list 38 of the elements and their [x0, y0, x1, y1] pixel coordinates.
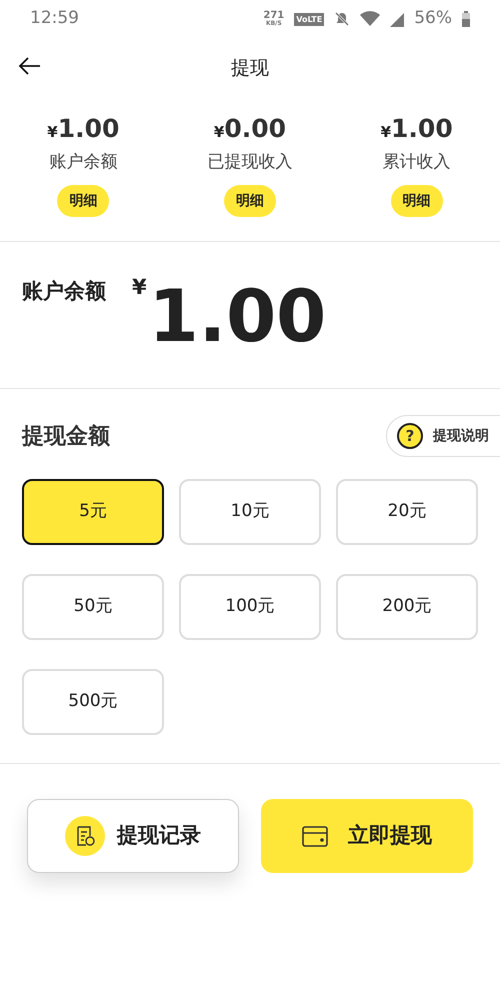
withdraw-records-button[interactable]: 提现记录 [27, 799, 239, 873]
stat-label: 已提现收入 [207, 150, 292, 174]
detail-button[interactable]: 明细 [390, 185, 443, 217]
withdraw-now-button[interactable]: 立即提现 [261, 799, 473, 873]
question-icon: ? [397, 423, 423, 449]
detail-button[interactable]: 明细 [224, 185, 276, 217]
battery-icon [462, 11, 470, 27]
currency-symbol: ¥ [214, 122, 224, 143]
signal-icon [390, 11, 404, 27]
amount-option[interactable]: 5元 [22, 479, 164, 545]
bell-muted-icon [334, 11, 350, 27]
receipt-icon [65, 816, 105, 856]
stat-amount: 0.00 [224, 113, 286, 145]
volte-badge: VoLTE [294, 12, 324, 26]
wifi-icon [360, 11, 380, 27]
currency-symbol: ¥ [47, 122, 58, 143]
amount-option[interactable]: 10元 [179, 479, 321, 545]
status-time: 12:59 [30, 7, 79, 30]
currency-symbol: ¥ [380, 122, 392, 143]
amount-option[interactable]: 20元 [336, 479, 478, 545]
page-title: 提现 [231, 56, 269, 81]
stat-amount: 1.00 [58, 113, 120, 145]
section-title: 提现金额 [22, 422, 110, 450]
amount-option[interactable]: 500元 [22, 669, 164, 735]
amount-option[interactable]: 50元 [22, 574, 164, 640]
balance-currency: ¥ [132, 274, 147, 301]
battery-percent: 56% [414, 7, 452, 30]
stat-label: 账户余额 [49, 150, 118, 174]
wallet-icon [302, 824, 328, 848]
stat-label: 累计收入 [382, 150, 451, 174]
detail-button[interactable]: 明细 [57, 185, 110, 217]
withdraw-help-button[interactable]: ? 提现说明 [386, 415, 500, 457]
amount-option[interactable]: 100元 [179, 574, 321, 640]
stat-amount: 1.00 [391, 113, 453, 145]
network-speed: 271 [263, 11, 284, 21]
amount-option[interactable]: 200元 [336, 574, 478, 640]
balance-label: 账户余额 [22, 278, 106, 305]
balance-amount: 1.00 [148, 280, 326, 352]
